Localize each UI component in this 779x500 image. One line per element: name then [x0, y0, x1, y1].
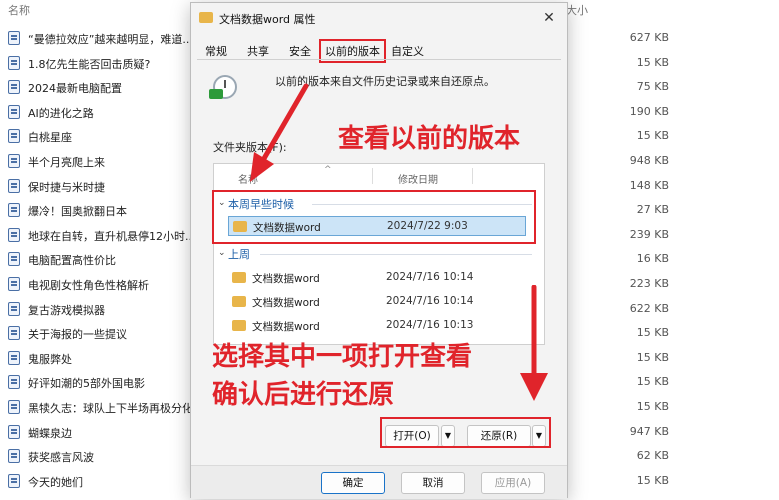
column-header-size[interactable]: 大小 — [566, 2, 588, 18]
word-document-icon — [8, 449, 20, 464]
group-divider — [260, 254, 532, 255]
word-document-icon — [8, 301, 20, 316]
file-size: 627 KB — [629, 31, 669, 44]
file-size: 148 KB — [629, 178, 669, 192]
word-document-icon — [8, 80, 20, 95]
file-size: 223 KB — [629, 277, 669, 290]
word-document-icon — [8, 178, 20, 193]
word-document-icon — [8, 424, 20, 439]
file-size: 15 KB — [636, 129, 669, 143]
chevron-down-icon[interactable]: ⌄ — [218, 248, 226, 258]
tabs-divider — [197, 59, 561, 60]
column-divider[interactable] — [372, 168, 373, 184]
file-name: 关于海报的一些提议 — [28, 328, 127, 342]
file-size: 75 KB — [636, 80, 669, 94]
annotation-arrow-icon — [520, 285, 548, 401]
file-size: 15 KB — [636, 55, 669, 69]
dialog-footer: 确定 取消 应用(A) — [191, 465, 567, 499]
cancel-button[interactable]: 取消 — [401, 472, 465, 494]
folder-icon — [199, 12, 213, 23]
word-document-icon — [8, 252, 20, 267]
file-size: 15 KB — [636, 473, 669, 487]
annotation-text: 查看以前的版本 — [338, 124, 521, 154]
group-label-last-week[interactable]: 上周 — [228, 246, 250, 262]
word-document-icon — [8, 350, 20, 365]
file-name: 2024最新电脑配置 — [28, 82, 122, 96]
version-date: 2024/7/16 10:13 — [386, 319, 474, 331]
file-name: 蝴蝶泉边 — [28, 426, 72, 440]
file-name: 获奖感言风波 — [28, 451, 94, 465]
file-size: 15 KB — [636, 326, 669, 340]
file-size: 947 KB — [629, 424, 669, 438]
word-document-icon — [8, 55, 20, 70]
tab-general[interactable]: 常规 — [201, 41, 231, 61]
column-header-name[interactable]: 名称 — [8, 2, 30, 18]
word-document-icon — [8, 129, 20, 144]
file-size: 948 KB — [629, 154, 669, 167]
annotation-text: 选择其中一项打开查看 — [212, 342, 473, 372]
ok-button[interactable]: 确定 — [321, 472, 385, 494]
file-name: 今天的她们 — [28, 475, 83, 489]
annotation-highlight-box — [212, 190, 536, 244]
file-name: “曼德拉效应”越来越明显，难道... — [28, 33, 193, 46]
versions-column-date[interactable]: 修改日期 — [398, 171, 438, 186]
annotation-arrow-icon — [250, 83, 309, 182]
word-document-icon — [8, 203, 20, 218]
version-name: 文档数据word — [252, 297, 320, 309]
folder-icon — [232, 272, 246, 283]
folder-icon — [232, 296, 246, 307]
word-document-icon — [8, 326, 20, 341]
file-name: 地球在自转，直升机悬停12小时... — [28, 229, 196, 243]
word-document-icon — [8, 227, 20, 242]
sort-chevron-icon: ^ — [324, 165, 332, 175]
folder-icon — [232, 320, 246, 331]
file-size: 27 KB — [636, 203, 669, 217]
annotation-text: 确认后进行还原 — [212, 380, 395, 410]
file-name: 好评如潮的5部外国电影 — [28, 377, 145, 391]
file-name: 爆冷！国奥掀翻日本 — [28, 205, 127, 219]
file-name: AI的进化之路 — [28, 106, 94, 120]
file-name: 白桃星座 — [28, 131, 72, 145]
version-date: 2024/7/16 10:14 — [386, 271, 474, 283]
word-document-icon — [8, 375, 20, 390]
word-document-icon — [8, 473, 20, 488]
dialog-titlebar[interactable]: 文档数据word 属性 ✕ — [191, 3, 567, 33]
tab-customize[interactable]: 自定义 — [387, 41, 428, 61]
word-document-icon — [8, 154, 20, 168]
file-size: 15 KB — [636, 350, 669, 364]
file-name: 电视剧女性角色性格解析 — [28, 279, 149, 292]
version-row[interactable]: 文档数据word 2024/7/16 10:13 — [228, 316, 528, 336]
restore-arrow-icon — [209, 89, 223, 99]
file-size: 62 KB — [636, 449, 669, 463]
version-name: 文档数据word — [252, 273, 320, 285]
file-name: 半个月亮爬上来 — [28, 156, 105, 169]
file-size: 239 KB — [629, 227, 669, 241]
word-document-icon — [8, 31, 20, 45]
file-name: 鬼服弊处 — [28, 352, 72, 366]
file-size: 190 KB — [629, 104, 669, 118]
file-size: 15 KB — [636, 400, 669, 413]
version-row[interactable]: 文档数据word 2024/7/16 10:14 — [228, 292, 528, 312]
tab-security[interactable]: 安全 — [285, 41, 315, 61]
annotation-highlight-box — [380, 417, 551, 448]
file-size: 622 KB — [629, 301, 669, 315]
version-name: 文档数据word — [252, 321, 320, 333]
column-divider[interactable] — [472, 168, 473, 184]
file-name: 黑犊久志：球队上下半场再极分化 — [28, 402, 193, 415]
dialog-title: 文档数据word 属性 — [219, 13, 316, 26]
file-size: 16 KB — [636, 252, 669, 266]
version-row[interactable]: 文档数据word 2024/7/16 10:14 — [228, 268, 528, 288]
file-size: 15 KB — [636, 375, 669, 389]
file-name: 复古游戏模拟器 — [28, 303, 105, 317]
version-date: 2024/7/16 10:14 — [386, 295, 474, 307]
file-name: 1.8亿先生能否回击质疑? — [28, 57, 151, 71]
file-name: 保时捷与米时捷 — [28, 180, 105, 194]
file-name: 电脑配置高性价比 — [28, 254, 116, 268]
close-icon[interactable]: ✕ — [539, 8, 559, 28]
word-document-icon — [8, 277, 20, 291]
word-document-icon — [8, 104, 20, 119]
word-document-icon — [8, 400, 20, 414]
apply-button[interactable]: 应用(A) — [481, 472, 545, 494]
tab-sharing[interactable]: 共享 — [243, 41, 273, 61]
